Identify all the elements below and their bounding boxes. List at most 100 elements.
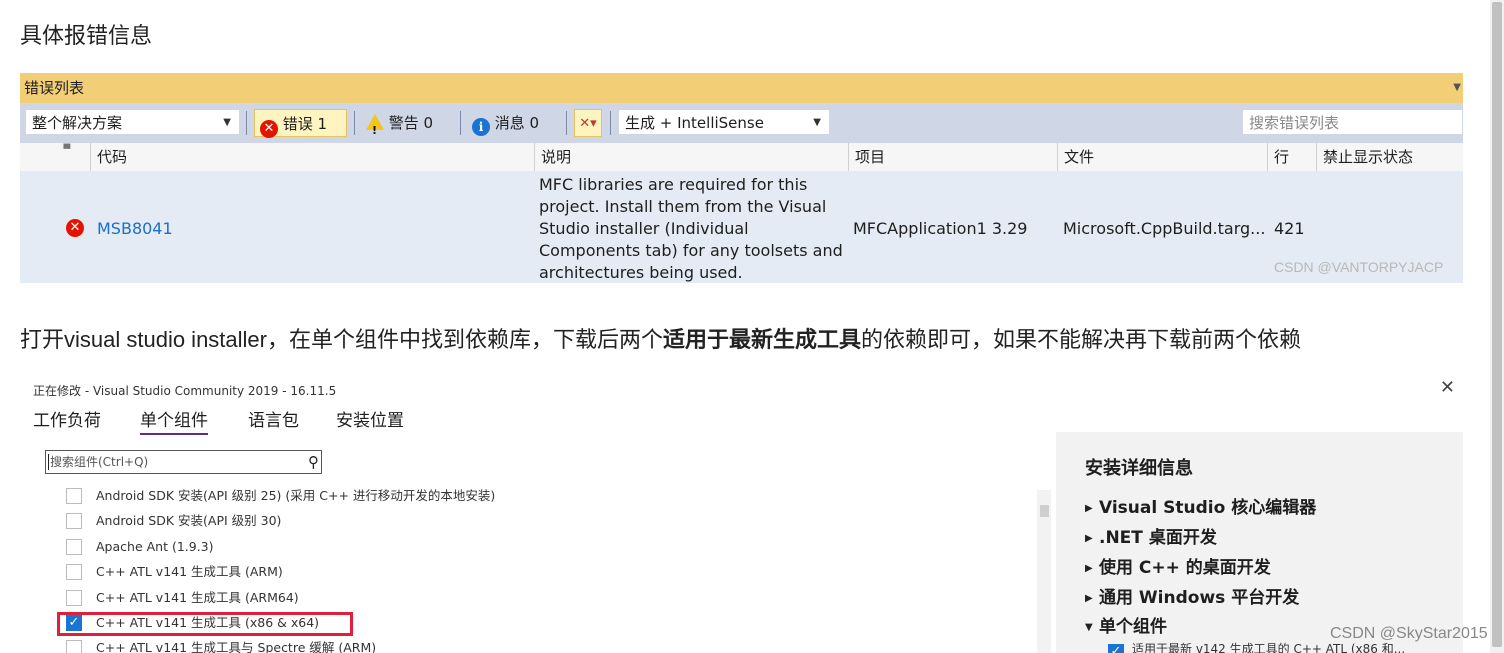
component-label: Android SDK 安装(API 级别 25) (采用 C++ 进行移动开发… [96,488,496,503]
messages-filter-button[interactable]: i 消息 0 [472,109,562,137]
build-filter-dropdown[interactable]: 生成 + IntelliSense ▼ [618,109,830,135]
checkbox[interactable] [66,590,82,606]
installer-window: 正在修改 - Visual Studio Community 2019 - 16… [20,375,1463,653]
error-description: MFC libraries are required for this proj… [539,174,849,283]
paragraph-text: 的依赖即可，如果不能解决再下载前两个依赖 [861,327,1302,352]
section-heading-error-info: 具体报错信息 [20,23,153,48]
errors-filter-button[interactable]: ✕ 错误 1 [254,109,347,138]
checkbox[interactable] [66,539,82,555]
chevron-right-icon: ▶ [1085,503,1093,514]
chevron-right-icon: ▶ [1085,563,1093,574]
details-item[interactable]: ▶ .NET 桌面开发 [1085,523,1217,548]
error-project: MFCApplication1 3.29 [853,219,1028,238]
toolbar-separator [460,111,461,135]
tab-install-locations[interactable]: 安装位置 [336,406,404,431]
details-item-label: 使用 C++ 的桌面开发 [1099,558,1271,578]
install-details-title: 安装详细信息 [1085,458,1193,479]
paragraph-bold-text: 适用于最新生成工具 [663,327,862,352]
messages-filter-label: 消息 0 [494,114,540,132]
info-icon: i [472,118,490,136]
component-label: C++ ATL v141 生成工具与 Spectre 缓解 (ARM) [96,640,377,653]
checkbox[interactable] [66,488,82,504]
toolbar-separator [610,111,611,135]
details-item[interactable]: ▶ Visual Studio 核心编辑器 [1085,493,1316,518]
tab-workloads[interactable]: 工作负荷 [33,406,101,431]
details-item-label: .NET 桌面开发 [1099,528,1217,548]
component-label: C++ ATL v141 生成工具 (ARM64) [96,590,299,605]
component-list-scrollbar[interactable] [1037,490,1051,653]
error-file: Microsoft.CppBuild.targ... [1063,219,1266,238]
table-row[interactable]: ✕ MSB8041 MFC libraries are required for… [20,171,1463,283]
error-list-title: 错误列表 [24,79,85,97]
description-line: project. Install them from the Visual [539,197,827,216]
chevron-down-icon: ▼ [813,117,821,128]
watermark: CSDN @VANTORPYJACP [1274,259,1444,275]
installer-title: 正在修改 - Visual Studio Community 2019 - 16… [33,384,337,398]
error-list-titlebar: 错误列表 ▼ [20,73,1463,103]
warnings-filter-label: 警告 0 [388,114,434,132]
search-placeholder: 搜索组件(Ctrl+Q) [50,455,149,469]
description-line: architectures being used. [539,263,743,282]
text-cursor [48,454,49,470]
warning-icon: ! [366,114,384,137]
build-filter-value: 生成 + IntelliSense [625,114,764,132]
error-line: 421 [1274,219,1305,238]
details-item-label: 通用 Windows 平台开发 [1099,588,1300,608]
error-list-panel: 错误列表 ▼ 整个解决方案 ▼ ✕ 错误 1 ! 警告 0 i 消息 0 ✕▾ … [20,73,1463,283]
toolbar-separator [354,111,355,135]
sort-icon[interactable]: ▝▘ [54,143,90,171]
page-scrollbar[interactable] [1490,0,1504,653]
page-watermark: CSDN @SkyStar2015 [1330,625,1488,642]
error-code-link[interactable]: MSB8041 [97,218,173,240]
component-label: Apache Ant (1.9.3) [96,539,214,554]
error-list-toolbar: 整个解决方案 ▼ ✕ 错误 1 ! 警告 0 i 消息 0 ✕▾ 生成 + In… [20,103,1463,143]
error-icon: ✕ [260,120,278,138]
scrollbar-thumb[interactable] [1040,505,1049,517]
component-label: C++ ATL v141 生成工具 (ARM) [96,564,283,579]
instruction-paragraph: 打开visual studio installer，在单个组件中找到依赖库，下载… [20,322,1301,354]
error-icon: ✕ [66,219,84,237]
details-sub-item-label: 适用于最新 v142 生成工具的 C++ ATL (x86 和... [1132,642,1406,653]
chevron-down-icon: ▼ [1085,622,1093,633]
highlight-box [57,612,353,636]
tab-individual-components[interactable]: 单个组件 [140,406,208,435]
column-header-description[interactable]: 说明 [534,143,848,171]
component-label: Android SDK 安装(API 级别 30) [96,513,282,528]
search-placeholder: 搜索错误列表 [1249,114,1340,132]
chevron-down-icon: ▼ [223,117,231,128]
description-line: Components tab) for any toolsets and [539,241,843,260]
scope-dropdown[interactable]: 整个解决方案 ▼ [25,109,240,135]
search-icon[interactable]: ⚲ [308,451,319,473]
column-header-project[interactable]: 项目 [848,143,1057,171]
details-item-label: Visual Studio 核心编辑器 [1099,498,1317,518]
checkbox[interactable] [66,640,82,653]
errors-filter-label: 错误 1 [282,115,328,133]
install-details-panel: 安装详细信息 ▶ Visual Studio 核心编辑器 ▶ .NET 桌面开发 ▶… [1056,432,1463,653]
close-icon[interactable]: ✕ [1440,377,1455,398]
details-item[interactable]: ▶ 使用 C++ 的桌面开发 [1085,553,1271,578]
toolbar-separator [246,111,247,135]
column-header-suppression[interactable]: 禁止显示状态 [1316,143,1463,171]
component-search-input[interactable]: 搜索组件(Ctrl+Q) ⚲ [45,450,322,474]
checkbox[interactable] [66,564,82,580]
column-header-line[interactable]: 行 [1267,143,1316,171]
error-list-search-input[interactable]: 搜索错误列表 [1242,109,1463,135]
column-header-code[interactable]: 代码 [90,143,534,171]
error-list-header: ▝▘ 代码 说明 项目 文件 行 禁止显示状态 [20,143,1463,172]
checkbox-checked[interactable]: ✓ [1108,644,1124,653]
chevron-right-icon: ▶ [1085,533,1093,544]
paragraph-text: 打开visual studio installer，在单个组件中找到依赖库，下载… [20,327,663,352]
column-header-file[interactable]: 文件 [1057,143,1267,171]
scope-dropdown-value: 整个解决方案 [32,114,123,132]
details-item[interactable]: ▶ 通用 Windows 平台开发 [1085,583,1299,608]
tab-language-packs[interactable]: 语言包 [248,406,299,431]
toolbar-separator [566,111,567,135]
filter-icon[interactable]: ✕▾ [574,109,602,137]
description-line: Studio installer (Individual [539,219,749,238]
description-line: MFC libraries are required for this [539,175,808,194]
warnings-filter-button[interactable]: ! 警告 0 [366,109,456,137]
scrollbar-thumb[interactable] [1492,2,1502,647]
checkbox[interactable] [66,513,82,529]
titlebar-dropdown-icon[interactable]: ▼ [1449,73,1461,103]
details-item[interactable]: ▼ 单个组件 [1085,612,1167,637]
